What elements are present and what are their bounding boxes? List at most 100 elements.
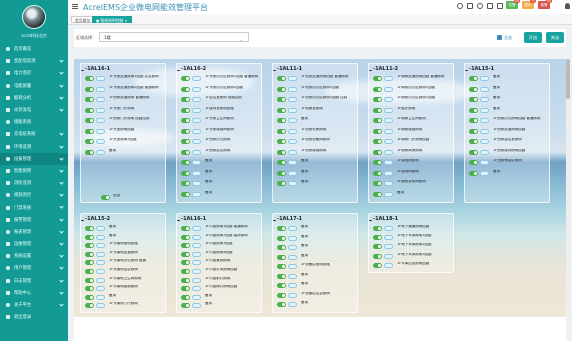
circuit-toggle[interactable]	[277, 128, 286, 134]
circuit-toggle[interactable]	[277, 170, 286, 176]
circuit-toggle[interactable]	[181, 118, 190, 123]
sidebar-item[interactable]: 报警管理	[0, 214, 68, 226]
circuit-toggle[interactable]	[373, 181, 382, 186]
circuit-toggle[interactable]	[277, 254, 286, 260]
circuit-toggle[interactable]	[85, 128, 94, 134]
circuit-toggle[interactable]	[85, 286, 94, 292]
circuit-toggle[interactable]	[277, 76, 286, 81]
sidebar-item[interactable]: 环境监测	[0, 141, 68, 153]
circuit-toggle[interactable]	[181, 170, 190, 176]
circuit-toggle[interactable]	[181, 243, 190, 249]
circuit-toggle[interactable]	[85, 269, 94, 274]
sidebar-item[interactable]: 报表管理	[0, 226, 68, 238]
fullscreen-icon[interactable]	[467, 3, 473, 9]
circuit-toggle[interactable]	[181, 251, 190, 257]
circuit-toggle[interactable]	[373, 235, 382, 241]
select-all-checkbox[interactable]	[497, 35, 502, 40]
circuit-toggle[interactable]	[277, 292, 286, 298]
circuit-toggle[interactable]	[181, 160, 190, 165]
circuit-toggle[interactable]	[85, 277, 94, 283]
circuit-toggle[interactable]	[277, 86, 286, 92]
avatar[interactable]	[22, 5, 46, 29]
circuit-toggle[interactable]	[373, 86, 382, 92]
circuit-toggle[interactable]	[181, 191, 190, 197]
circuit-toggle[interactable]	[85, 107, 94, 113]
circuit-toggle[interactable]	[277, 139, 286, 144]
circuit-toggle[interactable]	[373, 244, 382, 250]
home-icon[interactable]	[457, 3, 463, 9]
open-button[interactable]: 开启	[524, 32, 542, 43]
circuit-toggle[interactable]	[85, 86, 94, 92]
circuit-toggle[interactable]	[181, 286, 190, 292]
circuit-toggle[interactable]	[277, 273, 286, 279]
sidebar-item[interactable]: 设备管理	[0, 152, 68, 165]
sidebar-item[interactable]: 关于平台	[0, 299, 68, 311]
circuit-toggle[interactable]	[181, 76, 190, 81]
circuit-toggle[interactable]	[85, 118, 94, 123]
circuit-toggle[interactable]	[85, 76, 94, 81]
circuit-toggle[interactable]	[373, 118, 382, 123]
circuit-toggle[interactable]	[277, 245, 286, 251]
sidebar-item[interactable]: 首页概览	[0, 43, 68, 55]
circuit-toggle[interactable]	[469, 107, 478, 113]
refresh-icon[interactable]	[477, 3, 483, 9]
circuit-toggle[interactable]	[181, 86, 190, 92]
sidebar-item[interactable]: 视频监控	[0, 189, 68, 201]
circuit-toggle[interactable]	[373, 262, 382, 268]
circuit-toggle[interactable]	[373, 160, 382, 165]
circuit-toggle[interactable]	[469, 149, 478, 155]
circuit-toggle[interactable]	[181, 149, 190, 155]
circuit-toggle[interactable]	[85, 234, 94, 240]
sidebar-item[interactable]: 充电桩系统	[0, 128, 68, 140]
sidebar-item[interactable]: 日志管理	[0, 275, 68, 287]
sidebar-item[interactable]: 变配电监测	[0, 55, 68, 67]
user-icon[interactable]	[565, 3, 570, 9]
circuit-toggle[interactable]	[469, 139, 478, 144]
sidebar-item[interactable]: 系统设置	[0, 250, 68, 262]
circuit-toggle[interactable]	[277, 149, 286, 155]
circuit-toggle[interactable]	[277, 118, 286, 123]
circuit-toggle[interactable]	[469, 97, 478, 102]
circuit-toggle[interactable]	[469, 118, 478, 123]
alarm-badge[interactable]: 报警 99	[538, 0, 552, 9]
menu-toggle-icon[interactable]	[72, 4, 78, 9]
circuit-toggle[interactable]	[469, 76, 478, 81]
circuit-toggle[interactable]	[373, 97, 382, 102]
circuit-toggle[interactable]	[373, 226, 382, 231]
sidebar-item[interactable]: 储能系统	[0, 116, 68, 128]
circuit-toggle[interactable]	[277, 235, 286, 241]
circuit-toggle[interactable]	[85, 294, 94, 300]
circuit-toggle[interactable]	[181, 181, 190, 186]
sidebar-item[interactable]: 能耗分析	[0, 92, 68, 104]
circuit-toggle[interactable]	[181, 107, 190, 113]
sidebar-item[interactable]: 运维管理	[0, 238, 68, 250]
page-scrollbar[interactable]	[566, 59, 570, 317]
sidebar-item[interactable]: 电力监控	[0, 67, 68, 79]
circuit-toggle[interactable]	[373, 76, 382, 81]
page-tab[interactable]: ● 智能照明控制 ×	[92, 16, 132, 23]
circuit-toggle[interactable]	[277, 302, 286, 308]
circuit-toggle[interactable]	[277, 160, 286, 165]
circuit-toggle[interactable]	[181, 226, 190, 231]
circuit-toggle[interactable]	[181, 260, 190, 266]
page-tab[interactable]: 首页概览	[71, 16, 95, 23]
circuit-toggle[interactable]	[181, 128, 190, 134]
sidebar-item[interactable]: 电能质量	[0, 80, 68, 92]
sidebar-item[interactable]: 门禁系统	[0, 201, 68, 213]
circuit-toggle[interactable]	[373, 149, 382, 155]
panel-all-toggle[interactable]	[101, 195, 110, 200]
circuit-toggle[interactable]	[373, 253, 382, 259]
circuit-toggle[interactable]	[181, 97, 190, 102]
circuit-toggle[interactable]	[469, 128, 478, 134]
circuit-toggle[interactable]	[373, 170, 382, 176]
sidebar-item[interactable]: 退出登录	[0, 311, 68, 323]
circuit-toggle[interactable]	[85, 260, 94, 266]
circuit-toggle[interactable]	[85, 303, 94, 309]
circuit-toggle[interactable]	[277, 226, 286, 231]
sidebar-item[interactable]: 智能照明	[0, 165, 68, 177]
circuit-toggle[interactable]	[469, 170, 478, 176]
sidebar-item[interactable]: 消防监测	[0, 177, 68, 189]
expand-icon[interactable]	[487, 3, 493, 9]
alarm-badge[interactable]: 提示 12	[522, 0, 536, 9]
circuit-toggle[interactable]	[277, 107, 286, 113]
